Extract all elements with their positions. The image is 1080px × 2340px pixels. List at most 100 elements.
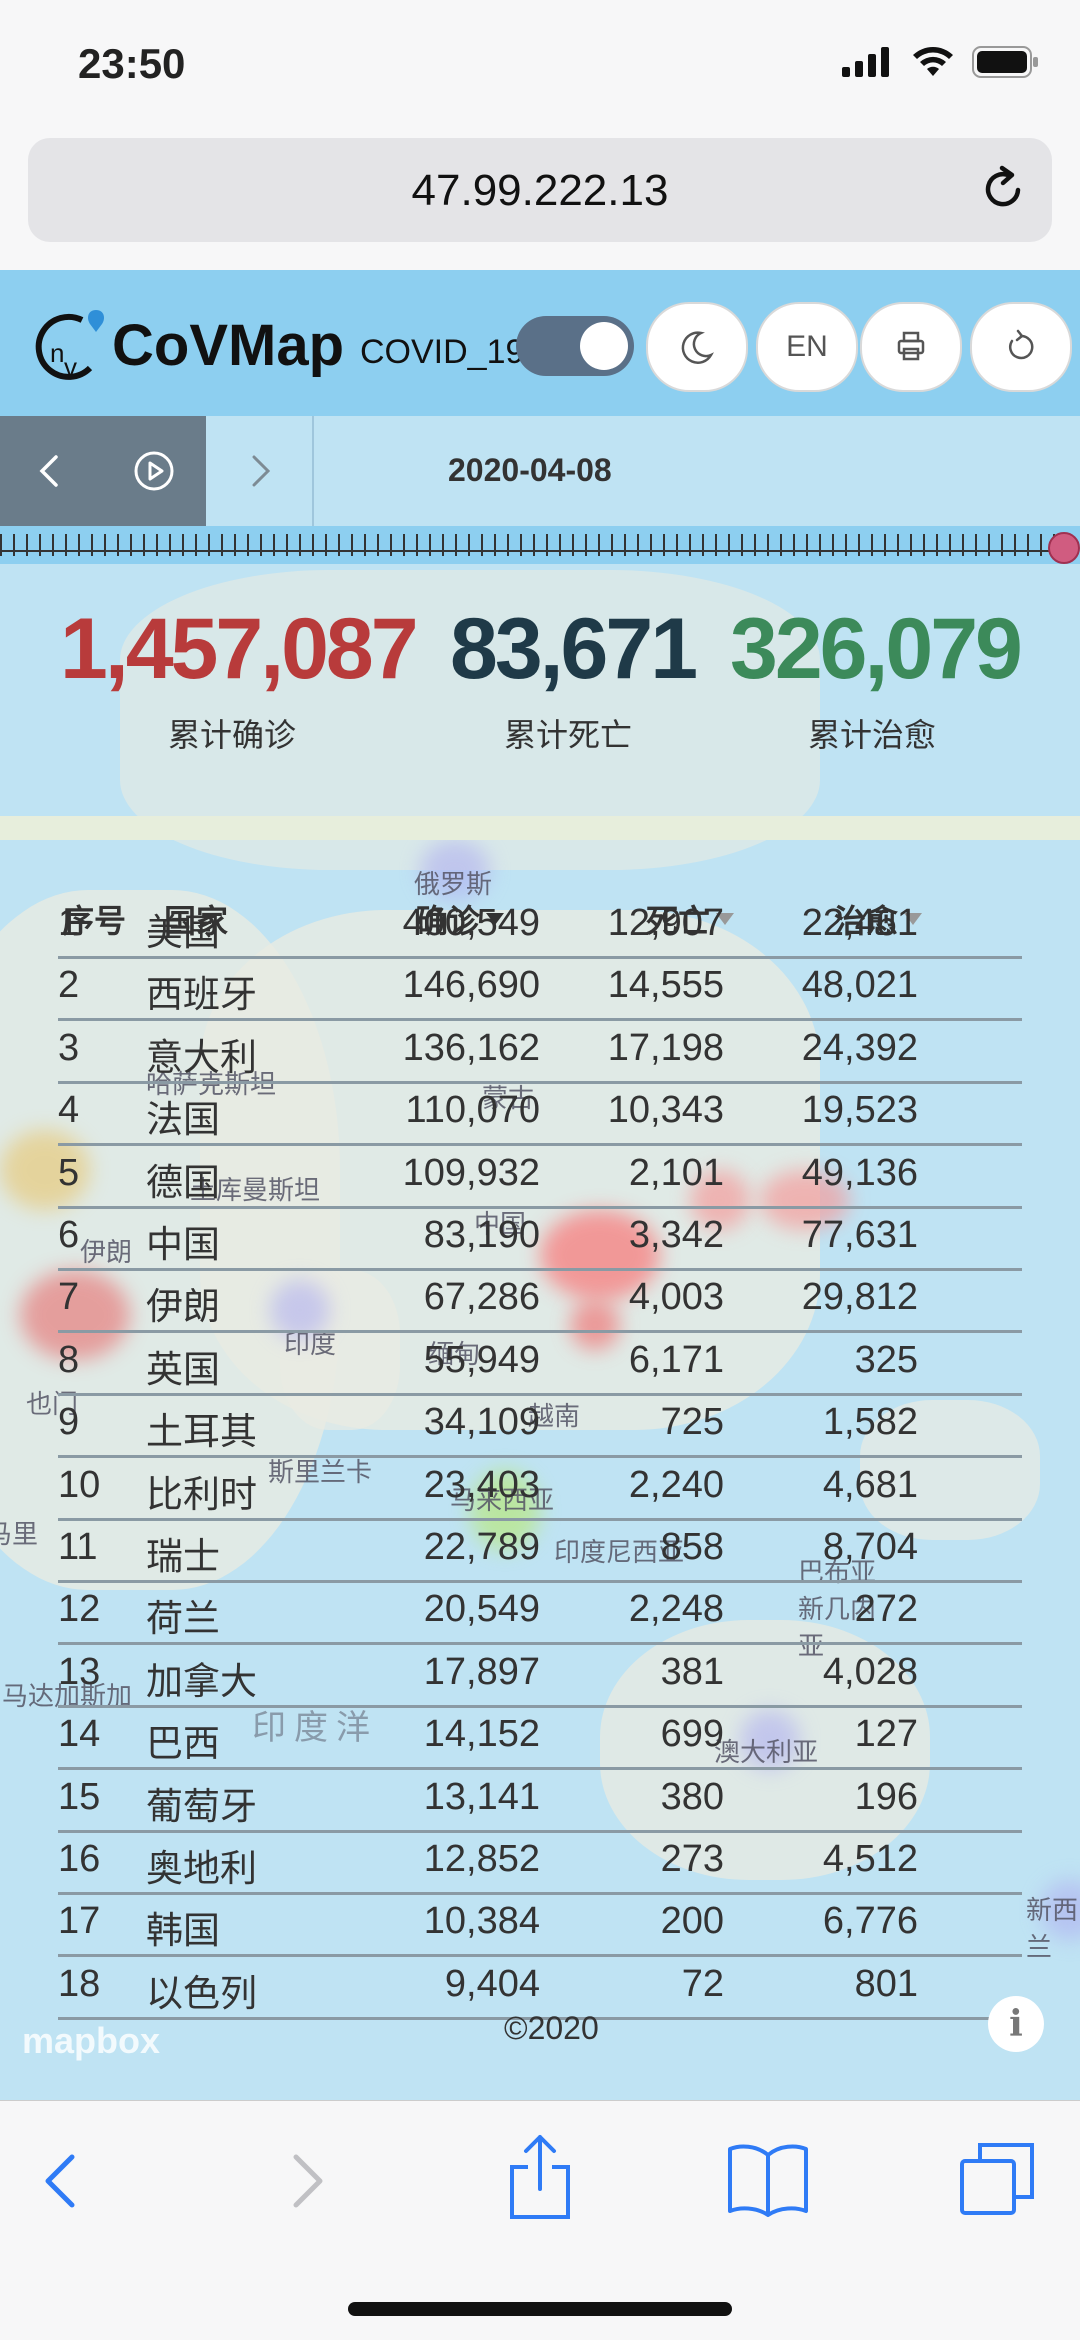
row-deaths: 858 xyxy=(660,1526,724,1568)
row-recovered: 1,582 xyxy=(822,1401,918,1444)
row-rank: 16 xyxy=(58,1838,101,1880)
table-row[interactable]: 5 德国 109,932 2,101 49,136 xyxy=(58,1144,1022,1209)
svg-text:n: n xyxy=(50,338,64,368)
row-rank: 11 xyxy=(58,1526,98,1568)
status-icons xyxy=(842,46,1040,78)
reset-icon xyxy=(1009,329,1034,360)
printer-icon xyxy=(897,331,925,361)
row-deaths: 14,555 xyxy=(607,964,724,1007)
row-country: 美国 xyxy=(146,911,220,954)
brand-subtitle: COVID_19 xyxy=(360,332,525,371)
row-recovered: 8,704 xyxy=(822,1526,918,1568)
table-row[interactable]: 1 美国 400,549 12,907 22,461 xyxy=(58,894,1022,959)
timeline-thumb[interactable] xyxy=(1048,532,1080,564)
table-row[interactable]: 4 法国 110,070 10,343 19,523 xyxy=(58,1081,1022,1147)
table-row[interactable]: 7 伊朗 67,286 4,003 29,812 xyxy=(58,1268,1022,1334)
row-deaths: 4,003 xyxy=(628,1276,724,1319)
row-deaths: 2,240 xyxy=(628,1463,724,1506)
next-day-button[interactable] xyxy=(230,441,290,501)
deaths-total: 83,671 xyxy=(450,601,698,697)
row-rank: 3 xyxy=(58,1026,80,1069)
row-confirmed: 400,549 xyxy=(402,902,540,944)
table-row[interactable]: 17 韩国 10,384 200 6,776 xyxy=(58,1892,1022,1958)
table-row[interactable]: 10 比利时 23,403 2,240 4,681 xyxy=(58,1456,1022,1521)
row-rank: 17 xyxy=(58,1900,101,1943)
reload-button[interactable] xyxy=(978,164,1028,218)
table-row[interactable]: 14 巴西 14,152 699 127 xyxy=(58,1705,1022,1771)
table-row[interactable]: 16 奥地利 12,852 273 4,512 xyxy=(58,1830,1022,1895)
mapbox-logo[interactable]: mapbox xyxy=(22,2020,160,2062)
battery-icon xyxy=(972,46,1038,78)
row-country: 巴西 xyxy=(146,1722,220,1766)
table-row[interactable]: 3 意大利 136,162 17,198 24,392 xyxy=(58,1019,1022,1084)
table-row[interactable]: 9 土耳其 34,109 725 1,582 xyxy=(58,1393,1022,1459)
wifi-icon xyxy=(913,47,953,76)
row-rank: 9 xyxy=(58,1401,80,1444)
print-button[interactable] xyxy=(860,302,962,392)
row-confirmed: 34,109 xyxy=(423,1401,540,1444)
share-icon xyxy=(510,2135,570,2219)
address-bar[interactable]: 47.99.222.13 xyxy=(28,138,1052,242)
map-label-somalia: 索马里 xyxy=(0,1520,39,1550)
row-deaths: 273 xyxy=(660,1838,724,1880)
bookmarks-button[interactable] xyxy=(726,2141,810,2217)
row-country: 加拿大 xyxy=(146,1659,257,1703)
chevron-left-icon xyxy=(39,455,58,487)
tabs-icon xyxy=(960,2143,1034,2215)
covmap-app: 俄罗斯 蒙古 中国 哈萨克斯坦 土库曼斯坦 伊朗 印度 缅甸 越南 斯里兰卡 马… xyxy=(0,270,1080,2102)
table-row[interactable]: 13 加拿大 17,897 381 4,028 xyxy=(58,1643,1022,1708)
row-rank: 18 xyxy=(58,1962,101,2005)
row-confirmed: 9,404 xyxy=(444,1962,540,2005)
row-deaths: 6,171 xyxy=(628,1338,724,1381)
table-row[interactable]: 11 瑞士 22,789 858 8,704 xyxy=(58,1518,1022,1583)
row-rank: 8 xyxy=(58,1338,80,1381)
row-recovered: 77,631 xyxy=(801,1214,918,1256)
app-logo[interactable]: n v CoVMap COVID_19 xyxy=(34,306,524,384)
row-recovered: 4,512 xyxy=(822,1838,918,1880)
url-text: 47.99.222.13 xyxy=(411,166,669,215)
table-row[interactable]: 15 葡萄牙 13,141 380 196 xyxy=(58,1768,1022,1833)
playback-controls: 2020-04-08 xyxy=(0,416,1080,526)
row-deaths: 381 xyxy=(660,1650,724,1693)
table-row[interactable]: 12 荷兰 20,549 2,248 272 xyxy=(58,1580,1022,1646)
table-row[interactable]: 6 中国 83,190 3,342 77,631 xyxy=(58,1206,1022,1271)
row-country: 比利时 xyxy=(146,1472,257,1516)
app-header: n v CoVMap COVID_19 EN xyxy=(0,270,1080,416)
map-copyright[interactable]: ©2020 xyxy=(504,2010,599,2047)
row-confirmed: 109,932 xyxy=(402,1151,540,1194)
table-row[interactable]: 8 英国 55,949 6,171 325 xyxy=(58,1331,1022,1396)
back-button[interactable] xyxy=(32,2145,92,2217)
table-row[interactable]: 2 西班牙 146,690 14,555 48,021 xyxy=(58,956,1022,1022)
row-deaths: 10,343 xyxy=(607,1089,724,1132)
row-recovered: 325 xyxy=(854,1338,918,1381)
toggle-knob xyxy=(580,322,628,370)
forward-button[interactable] xyxy=(276,2145,336,2217)
map-mode-toggle[interactable] xyxy=(516,316,634,376)
brand-name: CoVMap xyxy=(112,312,344,378)
timeline-track xyxy=(0,550,1066,552)
play-button[interactable] xyxy=(124,441,184,501)
confirmed-label: 累计确诊 xyxy=(168,716,297,754)
row-country: 意大利 xyxy=(146,1035,257,1079)
share-button[interactable] xyxy=(500,2131,580,2221)
row-country: 英国 xyxy=(146,1347,220,1391)
row-rank: 4 xyxy=(58,1089,80,1132)
reset-button[interactable] xyxy=(970,302,1072,392)
row-country: 荷兰 xyxy=(146,1597,220,1641)
play-icon xyxy=(134,451,174,491)
row-rank: 10 xyxy=(58,1463,101,1506)
tabs-button[interactable] xyxy=(958,2139,1038,2219)
svg-text:v: v xyxy=(64,352,77,382)
map-label-new-zealand: 新西兰 xyxy=(1026,1896,1079,1963)
previous-day-button[interactable] xyxy=(20,441,80,501)
row-confirmed: 83,190 xyxy=(423,1214,540,1256)
book-icon xyxy=(728,2144,808,2217)
row-confirmed: 67,286 xyxy=(423,1276,540,1319)
dark-mode-button[interactable] xyxy=(646,302,748,392)
timeline-slider[interactable] xyxy=(0,526,1080,564)
row-deaths: 2,101 xyxy=(628,1151,724,1194)
info-button[interactable]: i xyxy=(988,1996,1044,2052)
row-rank: 14 xyxy=(58,1713,101,1756)
row-recovered: 49,136 xyxy=(801,1151,918,1194)
language-button[interactable]: EN xyxy=(756,302,858,392)
